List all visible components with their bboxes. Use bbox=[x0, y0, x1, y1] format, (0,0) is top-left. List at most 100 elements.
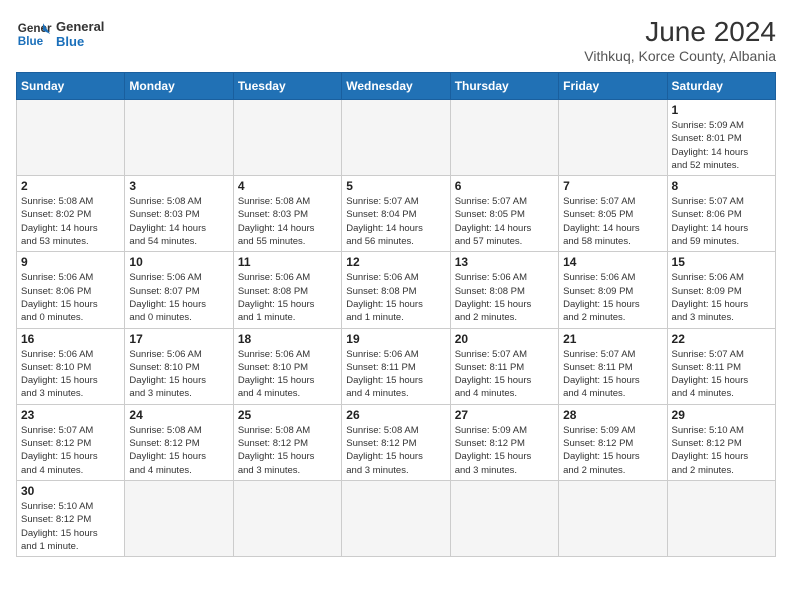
day-number: 1 bbox=[672, 103, 771, 117]
day-info: Sunrise: 5:06 AM Sunset: 8:08 PM Dayligh… bbox=[346, 271, 445, 324]
day-info: Sunrise: 5:08 AM Sunset: 8:03 PM Dayligh… bbox=[238, 195, 337, 248]
day-number: 12 bbox=[346, 255, 445, 269]
calendar-week-4: 16 Sunrise: 5:06 AM Sunset: 8:10 PM Dayli… bbox=[17, 328, 776, 404]
day-number: 23 bbox=[21, 408, 120, 422]
day-info: Sunrise: 5:07 AM Sunset: 8:06 PM Dayligh… bbox=[672, 195, 771, 248]
day-number: 27 bbox=[455, 408, 554, 422]
day-info: Sunrise: 5:06 AM Sunset: 8:06 PM Dayligh… bbox=[21, 271, 120, 324]
calendar-cell: 18Sunrise: 5:06 AM Sunset: 8:10 PM Dayli… bbox=[233, 328, 341, 404]
header-row: SundayMondayTuesdayWednesdayThursdayFrid… bbox=[17, 73, 776, 100]
calendar-week-1: 1 Sunrise: 5:09 AM Sunset: 8:01 PM Daylig… bbox=[17, 100, 776, 176]
day-number: 29 bbox=[672, 408, 771, 422]
calendar-cell: 27 Sunrise: 5:09 AM Sunset: 8:12 PM Dayli… bbox=[450, 404, 558, 480]
day-number: 25 bbox=[238, 408, 337, 422]
calendar-cell: 2 Sunrise: 5:08 AM Sunset: 8:02 PM Daylig… bbox=[17, 176, 125, 252]
calendar-cell bbox=[233, 100, 341, 176]
calendar: SundayMondayTuesdayWednesdayThursdayFrid… bbox=[16, 72, 776, 557]
day-number: 19 bbox=[346, 332, 445, 346]
day-info: Sunrise: 5:07 AM Sunset: 8:04 PM Dayligh… bbox=[346, 195, 445, 248]
calendar-cell: 5 Sunrise: 5:07 AM Sunset: 8:04 PM Daylig… bbox=[342, 176, 450, 252]
day-number: 4 bbox=[238, 179, 337, 193]
day-info: Sunrise: 5:06 AM Sunset: 8:08 PM Dayligh… bbox=[455, 271, 554, 324]
calendar-cell bbox=[559, 100, 667, 176]
calendar-cell bbox=[125, 480, 233, 556]
calendar-cell: 17 Sunrise: 5:06 AM Sunset: 8:10 PM Dayli… bbox=[125, 328, 233, 404]
calendar-week-2: 2 Sunrise: 5:08 AM Sunset: 8:02 PM Daylig… bbox=[17, 176, 776, 252]
day-info: Sunrise: 5:07 AM Sunset: 8:05 PM Dayligh… bbox=[455, 195, 554, 248]
day-number: 16 bbox=[21, 332, 120, 346]
day-info: Sunrise: 5:08 AM Sunset: 8:02 PM Dayligh… bbox=[21, 195, 120, 248]
header-day-thursday: Thursday bbox=[450, 73, 558, 100]
calendar-cell: 23Sunrise: 5:07 AM Sunset: 8:12 PM Dayli… bbox=[17, 404, 125, 480]
calendar-cell: 6 Sunrise: 5:07 AM Sunset: 8:05 PM Daylig… bbox=[450, 176, 558, 252]
day-number: 15 bbox=[672, 255, 771, 269]
day-number: 21 bbox=[563, 332, 662, 346]
header-day-tuesday: Tuesday bbox=[233, 73, 341, 100]
day-info: Sunrise: 5:10 AM Sunset: 8:12 PM Dayligh… bbox=[21, 500, 120, 553]
day-info: Sunrise: 5:09 AM Sunset: 8:01 PM Dayligh… bbox=[672, 119, 771, 172]
day-info: Sunrise: 5:07 AM Sunset: 8:11 PM Dayligh… bbox=[455, 348, 554, 401]
day-number: 7 bbox=[563, 179, 662, 193]
logo-general: General bbox=[56, 19, 104, 34]
calendar-cell: 22 Sunrise: 5:07 AM Sunset: 8:11 PM Dayli… bbox=[667, 328, 775, 404]
calendar-cell: 12 Sunrise: 5:06 AM Sunset: 8:08 PM Dayli… bbox=[342, 252, 450, 328]
calendar-week-5: 23Sunrise: 5:07 AM Sunset: 8:12 PM Dayli… bbox=[17, 404, 776, 480]
calendar-cell: 3Sunrise: 5:08 AM Sunset: 8:03 PM Daylig… bbox=[125, 176, 233, 252]
day-number: 13 bbox=[455, 255, 554, 269]
logo-icon: General Blue bbox=[16, 16, 52, 52]
day-info: Sunrise: 5:07 AM Sunset: 8:11 PM Dayligh… bbox=[672, 348, 771, 401]
calendar-cell: 7 Sunrise: 5:07 AM Sunset: 8:05 PM Daylig… bbox=[559, 176, 667, 252]
title-area: June 2024 Vithkuq, Korce County, Albania bbox=[584, 16, 776, 64]
calendar-cell: 25Sunrise: 5:08 AM Sunset: 8:12 PM Dayli… bbox=[233, 404, 341, 480]
svg-text:Blue: Blue bbox=[18, 35, 44, 48]
calendar-cell: 24Sunrise: 5:08 AM Sunset: 8:12 PM Dayli… bbox=[125, 404, 233, 480]
calendar-cell: 29 Sunrise: 5:10 AM Sunset: 8:12 PM Dayli… bbox=[667, 404, 775, 480]
calendar-cell: 19 Sunrise: 5:06 AM Sunset: 8:11 PM Dayli… bbox=[342, 328, 450, 404]
calendar-cell: 11Sunrise: 5:06 AM Sunset: 8:08 PM Dayli… bbox=[233, 252, 341, 328]
day-number: 5 bbox=[346, 179, 445, 193]
day-info: Sunrise: 5:09 AM Sunset: 8:12 PM Dayligh… bbox=[563, 424, 662, 477]
day-info: Sunrise: 5:06 AM Sunset: 8:10 PM Dayligh… bbox=[129, 348, 228, 401]
day-number: 18 bbox=[238, 332, 337, 346]
calendar-cell bbox=[233, 480, 341, 556]
logo-blue: Blue bbox=[56, 34, 104, 49]
day-info: Sunrise: 5:10 AM Sunset: 8:12 PM Dayligh… bbox=[672, 424, 771, 477]
main-title: June 2024 bbox=[584, 16, 776, 48]
calendar-cell: 13 Sunrise: 5:06 AM Sunset: 8:08 PM Dayli… bbox=[450, 252, 558, 328]
day-number: 22 bbox=[672, 332, 771, 346]
day-info: Sunrise: 5:06 AM Sunset: 8:09 PM Dayligh… bbox=[563, 271, 662, 324]
day-number: 28 bbox=[563, 408, 662, 422]
calendar-cell: 16Sunrise: 5:06 AM Sunset: 8:10 PM Dayli… bbox=[17, 328, 125, 404]
header-day-monday: Monday bbox=[125, 73, 233, 100]
calendar-cell: 20 Sunrise: 5:07 AM Sunset: 8:11 PM Dayli… bbox=[450, 328, 558, 404]
calendar-cell: 8 Sunrise: 5:07 AM Sunset: 8:06 PM Daylig… bbox=[667, 176, 775, 252]
calendar-cell: 21 Sunrise: 5:07 AM Sunset: 8:11 PM Dayli… bbox=[559, 328, 667, 404]
day-number: 6 bbox=[455, 179, 554, 193]
day-number: 26 bbox=[346, 408, 445, 422]
day-info: Sunrise: 5:08 AM Sunset: 8:12 PM Dayligh… bbox=[346, 424, 445, 477]
day-info: Sunrise: 5:09 AM Sunset: 8:12 PM Dayligh… bbox=[455, 424, 554, 477]
calendar-cell: 4 Sunrise: 5:08 AM Sunset: 8:03 PM Daylig… bbox=[233, 176, 341, 252]
calendar-cell bbox=[450, 480, 558, 556]
day-info: Sunrise: 5:07 AM Sunset: 8:05 PM Dayligh… bbox=[563, 195, 662, 248]
day-info: Sunrise: 5:07 AM Sunset: 8:11 PM Dayligh… bbox=[563, 348, 662, 401]
calendar-body: 1 Sunrise: 5:09 AM Sunset: 8:01 PM Daylig… bbox=[17, 100, 776, 557]
header-day-friday: Friday bbox=[559, 73, 667, 100]
day-number: 8 bbox=[672, 179, 771, 193]
day-number: 20 bbox=[455, 332, 554, 346]
day-number: 17 bbox=[129, 332, 228, 346]
svg-text:General: General bbox=[18, 22, 52, 35]
header-day-saturday: Saturday bbox=[667, 73, 775, 100]
day-info: Sunrise: 5:06 AM Sunset: 8:09 PM Dayligh… bbox=[672, 271, 771, 324]
calendar-cell: 28 Sunrise: 5:09 AM Sunset: 8:12 PM Dayli… bbox=[559, 404, 667, 480]
header-day-sunday: Sunday bbox=[17, 73, 125, 100]
day-number: 9 bbox=[21, 255, 120, 269]
calendar-cell bbox=[667, 480, 775, 556]
calendar-cell: 14 Sunrise: 5:06 AM Sunset: 8:09 PM Dayli… bbox=[559, 252, 667, 328]
calendar-cell: 10Sunrise: 5:06 AM Sunset: 8:07 PM Dayli… bbox=[125, 252, 233, 328]
calendar-cell: 9 Sunrise: 5:06 AM Sunset: 8:06 PM Daylig… bbox=[17, 252, 125, 328]
day-number: 14 bbox=[563, 255, 662, 269]
day-info: Sunrise: 5:06 AM Sunset: 8:11 PM Dayligh… bbox=[346, 348, 445, 401]
day-number: 2 bbox=[21, 179, 120, 193]
calendar-cell bbox=[125, 100, 233, 176]
